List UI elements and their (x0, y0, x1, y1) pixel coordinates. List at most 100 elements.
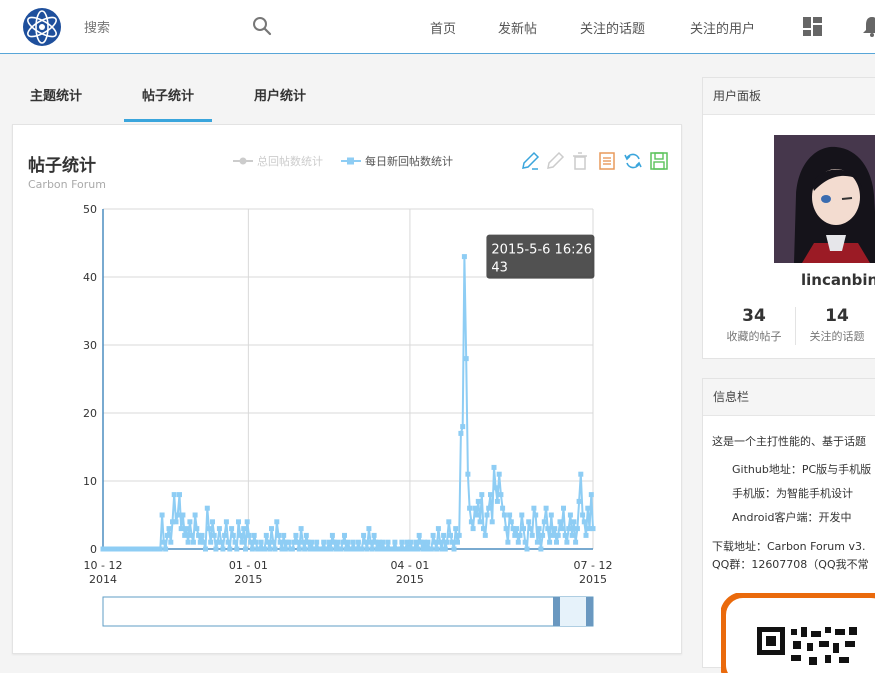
data-zoom-handle-left[interactable] (553, 597, 560, 626)
data-point[interactable] (543, 505, 549, 511)
data-point[interactable] (413, 539, 419, 545)
data-point[interactable] (547, 539, 553, 545)
data-point[interactable] (521, 526, 526, 532)
data-point[interactable] (230, 532, 236, 538)
data-point[interactable] (564, 539, 570, 545)
data-point[interactable] (362, 539, 368, 545)
data-point[interactable] (562, 532, 568, 538)
data-point[interactable] (467, 505, 473, 511)
data-point[interactable] (183, 526, 189, 532)
data-point[interactable] (208, 539, 214, 545)
data-point[interactable] (566, 526, 572, 532)
data-point[interactable] (475, 498, 481, 504)
tab-post-statistics[interactable]: 帖子统计 (124, 80, 212, 122)
username[interactable]: lincanbin (801, 271, 875, 289)
data-point[interactable] (567, 512, 573, 518)
data-point[interactable] (303, 532, 309, 538)
data-point[interactable] (531, 505, 537, 511)
data-point[interactable] (527, 526, 533, 532)
data-point[interactable] (448, 532, 453, 538)
data-point[interactable] (460, 424, 466, 430)
data-point[interactable] (554, 539, 559, 545)
data-point[interactable] (270, 539, 276, 545)
data-point[interactable] (477, 519, 483, 525)
followed-topics-count[interactable]: 14 (802, 306, 872, 326)
data-point[interactable] (571, 519, 577, 525)
data-point[interactable] (189, 532, 195, 538)
data-point[interactable] (494, 498, 500, 504)
data-point[interactable] (201, 539, 207, 545)
data-point[interactable] (461, 254, 467, 260)
data-point[interactable] (302, 546, 308, 552)
data-point[interactable] (253, 539, 259, 545)
data-point[interactable] (428, 546, 434, 552)
data-point[interactable] (559, 526, 565, 532)
data-point[interactable] (561, 505, 566, 511)
data-point[interactable] (576, 498, 582, 504)
data-point[interactable] (192, 512, 198, 518)
data-point[interactable] (458, 430, 464, 436)
data-point[interactable] (328, 546, 334, 552)
data-point[interactable] (493, 485, 499, 491)
data-point[interactable] (550, 532, 556, 538)
data-point[interactable] (203, 546, 208, 552)
data-point[interactable] (479, 492, 485, 498)
data-point[interactable] (321, 539, 327, 545)
data-point[interactable] (435, 526, 441, 532)
data-point[interactable] (465, 471, 471, 477)
data-point[interactable] (286, 539, 292, 545)
data-point[interactable] (517, 532, 523, 538)
data-point[interactable] (503, 526, 509, 532)
info-github-link[interactable]: Github地址：PC版与手机版 (732, 461, 871, 477)
data-point[interactable] (514, 526, 519, 532)
data-point[interactable] (446, 519, 452, 525)
data-point[interactable] (533, 512, 539, 518)
data-point[interactable] (515, 539, 521, 545)
data-point[interactable] (368, 539, 374, 545)
data-point[interactable] (282, 546, 288, 552)
data-point[interactable] (569, 532, 575, 538)
data-point[interactable] (171, 492, 177, 498)
data-point[interactable] (498, 492, 504, 498)
data-point[interactable] (249, 546, 255, 552)
data-point[interactable] (225, 539, 231, 545)
data-point[interactable] (175, 512, 181, 518)
data-point[interactable] (342, 532, 347, 538)
data-point[interactable] (441, 532, 447, 538)
search-icon[interactable] (252, 16, 272, 36)
data-point[interactable] (199, 532, 205, 538)
data-point[interactable] (157, 546, 163, 552)
data-point[interactable] (237, 532, 243, 538)
data-point[interactable] (434, 546, 440, 552)
data-point[interactable] (507, 512, 513, 518)
data-point[interactable] (236, 519, 241, 525)
data-point[interactable] (432, 539, 438, 545)
data-point[interactable] (355, 539, 361, 545)
data-point[interactable] (453, 526, 459, 532)
data-point[interactable] (161, 539, 167, 545)
data-point[interactable] (529, 532, 535, 538)
data-point[interactable] (522, 539, 528, 545)
search-input[interactable] (82, 14, 246, 42)
data-point[interactable] (222, 532, 228, 538)
data-point[interactable] (178, 526, 184, 532)
data-point[interactable] (437, 539, 443, 545)
data-point[interactable] (548, 512, 554, 518)
data-point[interactable] (234, 546, 240, 552)
user-avatar[interactable] (774, 135, 875, 263)
data-point[interactable] (296, 546, 302, 552)
nav-followed-users-link[interactable]: 关注的用户 (690, 18, 755, 37)
data-point[interactable] (163, 546, 169, 552)
data-point[interactable] (408, 539, 414, 545)
data-point[interactable] (229, 526, 235, 532)
data-point[interactable] (244, 519, 250, 525)
data-point[interactable] (540, 532, 546, 538)
favorite-posts-label[interactable]: 收藏的帖子 (714, 328, 794, 344)
data-point[interactable] (216, 526, 222, 532)
data-point[interactable] (538, 546, 544, 552)
data-point[interactable] (380, 539, 386, 545)
data-point[interactable] (159, 512, 165, 518)
data-point[interactable] (364, 546, 370, 552)
data-point[interactable] (295, 539, 301, 545)
data-point[interactable] (415, 546, 420, 552)
